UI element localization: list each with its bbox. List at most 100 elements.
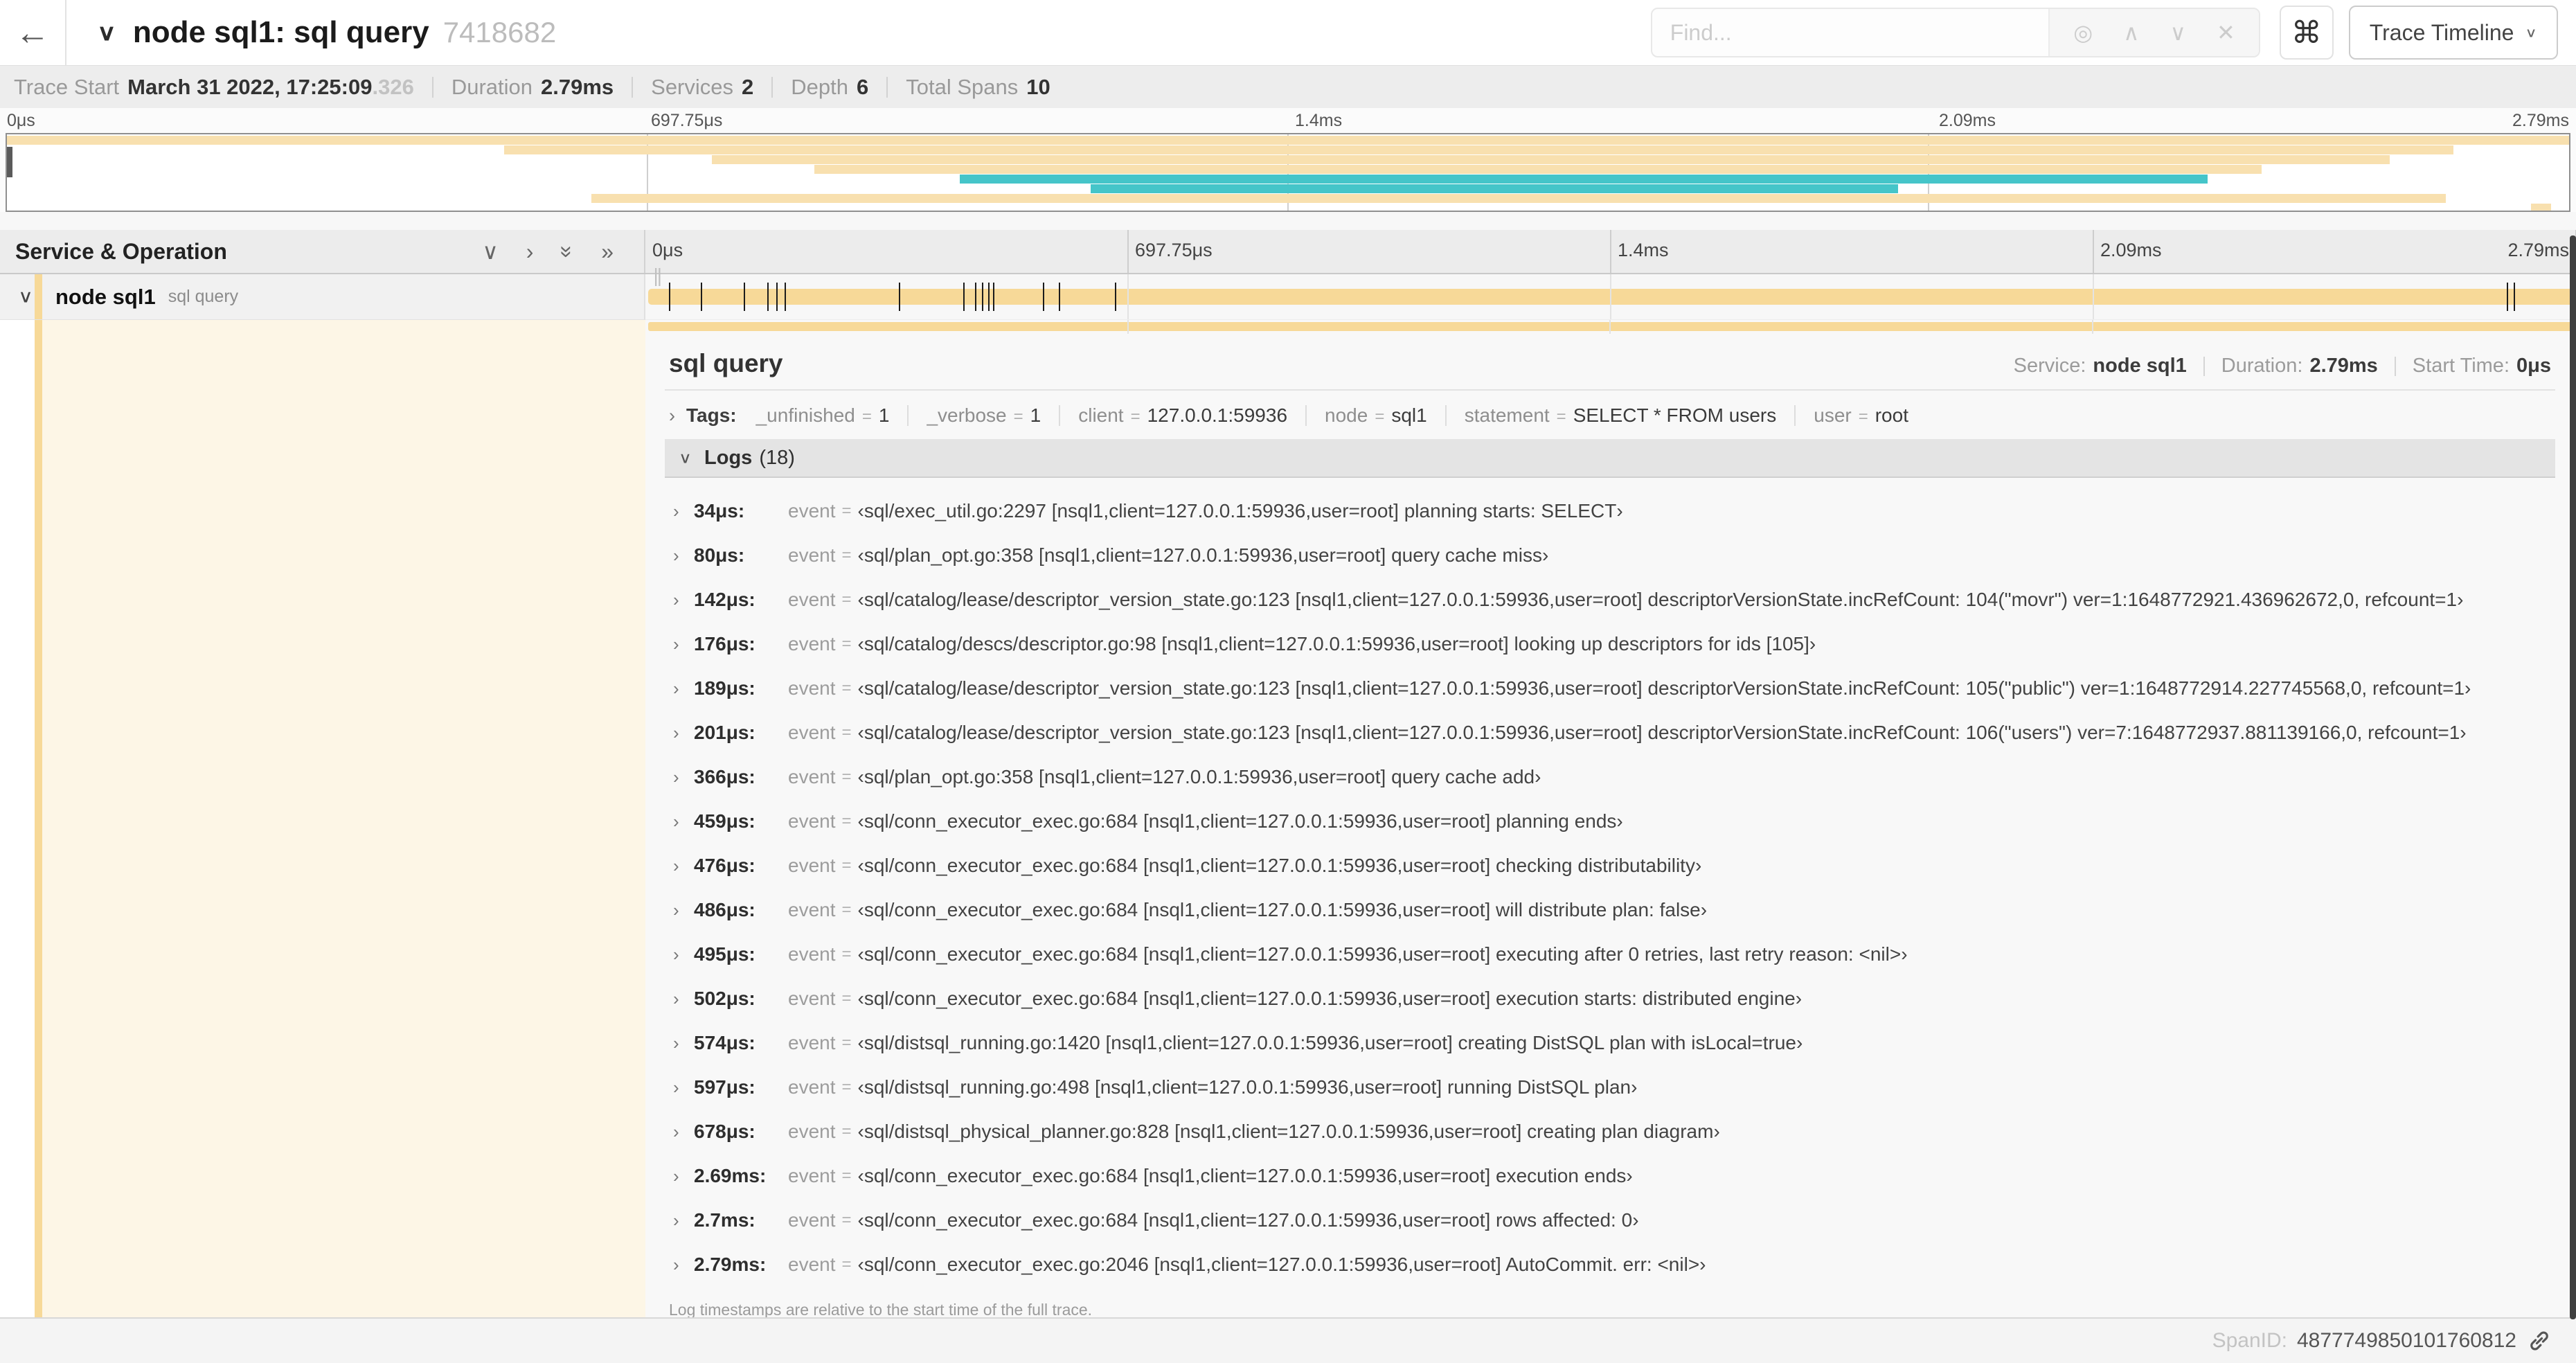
gridline	[1610, 230, 1611, 273]
log-field-value: ‹sql/catalog/descs/descriptor.go:98 [nsq…	[857, 633, 1816, 654]
separator	[1305, 405, 1307, 426]
log-expander-icon[interactable]: ›	[673, 944, 694, 965]
span-meta-item: Duration: 2.79ms	[2221, 355, 2378, 377]
log-entry[interactable]: › 34μs: event = ‹sql/exec_util.go:2297 […	[673, 489, 2555, 533]
log-expander-icon[interactable]: ›	[673, 1033, 694, 1054]
log-expander-icon[interactable]: ›	[673, 722, 694, 744]
tag-key: statement	[1464, 404, 1550, 426]
log-entry[interactable]: › 597μs: event = ‹sql/distsql_running.go…	[673, 1065, 2555, 1110]
minimap-canvas[interactable]	[6, 133, 2570, 212]
log-expander-icon[interactable]: ›	[673, 811, 694, 832]
log-expander-icon[interactable]: ›	[673, 1166, 694, 1187]
log-entry[interactable]: › 502μs: event = ‹sql/conn_executor_exec…	[673, 977, 2555, 1021]
deep-link-icon[interactable]	[2528, 1329, 2551, 1353]
tag-key: _verbose	[927, 404, 1007, 426]
view-selector-button[interactable]: Trace Timeline ∨	[2348, 6, 2558, 60]
log-entry[interactable]: › 2.7ms: event = ‹sql/conn_executor_exec…	[673, 1198, 2555, 1242]
tag-item: node = sql1	[1325, 404, 1427, 427]
log-marker-tick	[2507, 283, 2509, 311]
equals-sign: =	[841, 723, 852, 742]
collapse-one-icon[interactable]: ∨	[482, 238, 498, 265]
gridline	[1127, 274, 1129, 319]
minimap-span-bar	[2530, 204, 2552, 211]
expand-one-icon[interactable]: ›	[526, 239, 534, 265]
log-entry[interactable]: › 2.79ms: event = ‹sql/conn_executor_exe…	[673, 1242, 2555, 1287]
trace-collapse-chevron-icon[interactable]: ∨	[97, 19, 116, 46]
span-collapse-chevron-icon[interactable]: ∨	[18, 287, 33, 308]
log-timestamp: 366μs:	[694, 766, 755, 787]
find-prev-icon[interactable]: ∧	[2123, 19, 2139, 46]
span-meta-label: Service:	[2013, 355, 2086, 377]
span-meta-label: Duration:	[2221, 355, 2303, 377]
tag-value: 127.0.0.1:59936	[1147, 404, 1288, 426]
equals-sign: =	[1013, 407, 1023, 426]
log-entry[interactable]: › 366μs: event = ‹sql/plan_opt.go:358 [n…	[673, 755, 2555, 799]
summary-value-fraction: .326	[372, 74, 414, 99]
summary-item: Services 2	[651, 75, 753, 100]
log-expander-icon[interactable]: ›	[673, 1121, 694, 1143]
view-selector-label: Trace Timeline	[2369, 19, 2514, 45]
column-resize-grip[interactable]: ||	[653, 265, 661, 287]
log-expander-icon[interactable]: ›	[673, 1210, 694, 1231]
log-entry[interactable]: › 678μs: event = ‹sql/distsql_physical_p…	[673, 1110, 2555, 1154]
back-button[interactable]: ←	[0, 0, 66, 65]
tag-key: client	[1078, 404, 1124, 426]
tag-value: root	[1875, 404, 1908, 426]
find-next-icon[interactable]: ∨	[2170, 19, 2186, 46]
log-timestamp: 2.69ms:	[694, 1165, 767, 1186]
log-expander-icon[interactable]: ›	[673, 900, 694, 921]
tag-item: _verbose = 1	[927, 404, 1041, 427]
log-timestamp: 486μs:	[694, 899, 755, 920]
keyboard-shortcuts-button[interactable]: ⌘	[2279, 6, 2334, 60]
window-scrollbar[interactable]	[2570, 235, 2576, 1319]
log-expander-icon[interactable]: ›	[673, 1254, 694, 1276]
chevron-down-icon: ∨	[2525, 25, 2537, 40]
log-timestamp: 142μs:	[694, 589, 755, 610]
log-expander-icon[interactable]: ›	[673, 634, 694, 655]
log-entry[interactable]: › 2.69ms: event = ‹sql/conn_executor_exe…	[673, 1154, 2555, 1198]
span-row[interactable]: ∨ node sql1 sql query	[0, 274, 2576, 320]
service-operation-header: Service & Operation ∨ › » » ||	[0, 230, 662, 286]
equals-sign: =	[1375, 407, 1385, 426]
log-expander-icon[interactable]: ›	[673, 988, 694, 1010]
tag-item: client = 127.0.0.1:59936	[1078, 404, 1287, 427]
tags-row[interactable]: › Tags: _unfinished = 1 _verbose = 1 cli…	[665, 391, 2555, 439]
log-expander-icon[interactable]: ›	[673, 767, 694, 788]
summary-label: Total Spans	[906, 74, 1019, 99]
log-entry[interactable]: › 486μs: event = ‹sql/conn_executor_exec…	[673, 888, 2555, 932]
log-expander-icon[interactable]: ›	[673, 855, 694, 877]
log-expander-icon[interactable]: ›	[673, 1077, 694, 1098]
span-row-name-cell[interactable]: ∨ node sql1 sql query	[0, 274, 645, 320]
logs-list: › 34μs: event = ‹sql/exec_util.go:2297 […	[665, 478, 2555, 1287]
log-expander-icon[interactable]: ›	[673, 545, 694, 567]
span-meta-value: node sql1	[2093, 355, 2187, 377]
log-entry[interactable]: › 495μs: event = ‹sql/conn_executor_exec…	[673, 932, 2555, 977]
log-field-value: ‹sql/conn_executor_exec.go:684 [nsql1,cl…	[857, 1209, 1639, 1231]
log-entry[interactable]: › 574μs: event = ‹sql/distsql_running.go…	[673, 1021, 2555, 1065]
find-input[interactable]	[1652, 9, 2049, 56]
collapse-all-icon[interactable]: »	[555, 245, 580, 258]
expand-all-icon[interactable]: »	[601, 239, 614, 265]
find-locate-icon[interactable]: ◎	[2073, 19, 2093, 46]
log-expander-icon[interactable]: ›	[673, 589, 694, 611]
log-entry[interactable]: › 459μs: event = ‹sql/conn_executor_exec…	[673, 799, 2555, 844]
log-entry[interactable]: › 201μs: event = ‹sql/catalog/lease/desc…	[673, 711, 2555, 755]
log-entry[interactable]: › 189μs: event = ‹sql/catalog/lease/desc…	[673, 666, 2555, 711]
log-expander-icon[interactable]: ›	[673, 678, 694, 700]
log-entry[interactable]: › 476μs: event = ‹sql/conn_executor_exec…	[673, 844, 2555, 888]
trace-timeline-page: ← ∨ node sql1: sql query 7418682 ◎ ∧ ∨ ✕…	[0, 0, 2576, 1363]
equals-sign: =	[841, 1122, 852, 1141]
log-entry[interactable]: › 176μs: event = ‹sql/catalog/descs/desc…	[673, 622, 2555, 666]
summary-label: Duration	[451, 74, 533, 99]
span-detail-operation: sql query	[669, 349, 783, 377]
logs-collapse-icon: ∨	[679, 448, 692, 467]
minimap-scrub-handle[interactable]	[7, 147, 12, 177]
find-clear-icon[interactable]: ✕	[2217, 19, 2235, 46]
separator	[1059, 405, 1061, 426]
span-operation-name: sql query	[168, 287, 239, 306]
log-entry[interactable]: › 80μs: event = ‹sql/plan_opt.go:358 [ns…	[673, 533, 2555, 578]
log-expander-icon[interactable]: ›	[673, 501, 694, 522]
logs-header[interactable]: ∨ Logs (18)	[665, 439, 2555, 478]
tags-expander-icon[interactable]: ›	[669, 405, 675, 427]
log-entry[interactable]: › 142μs: event = ‹sql/catalog/lease/desc…	[673, 578, 2555, 622]
